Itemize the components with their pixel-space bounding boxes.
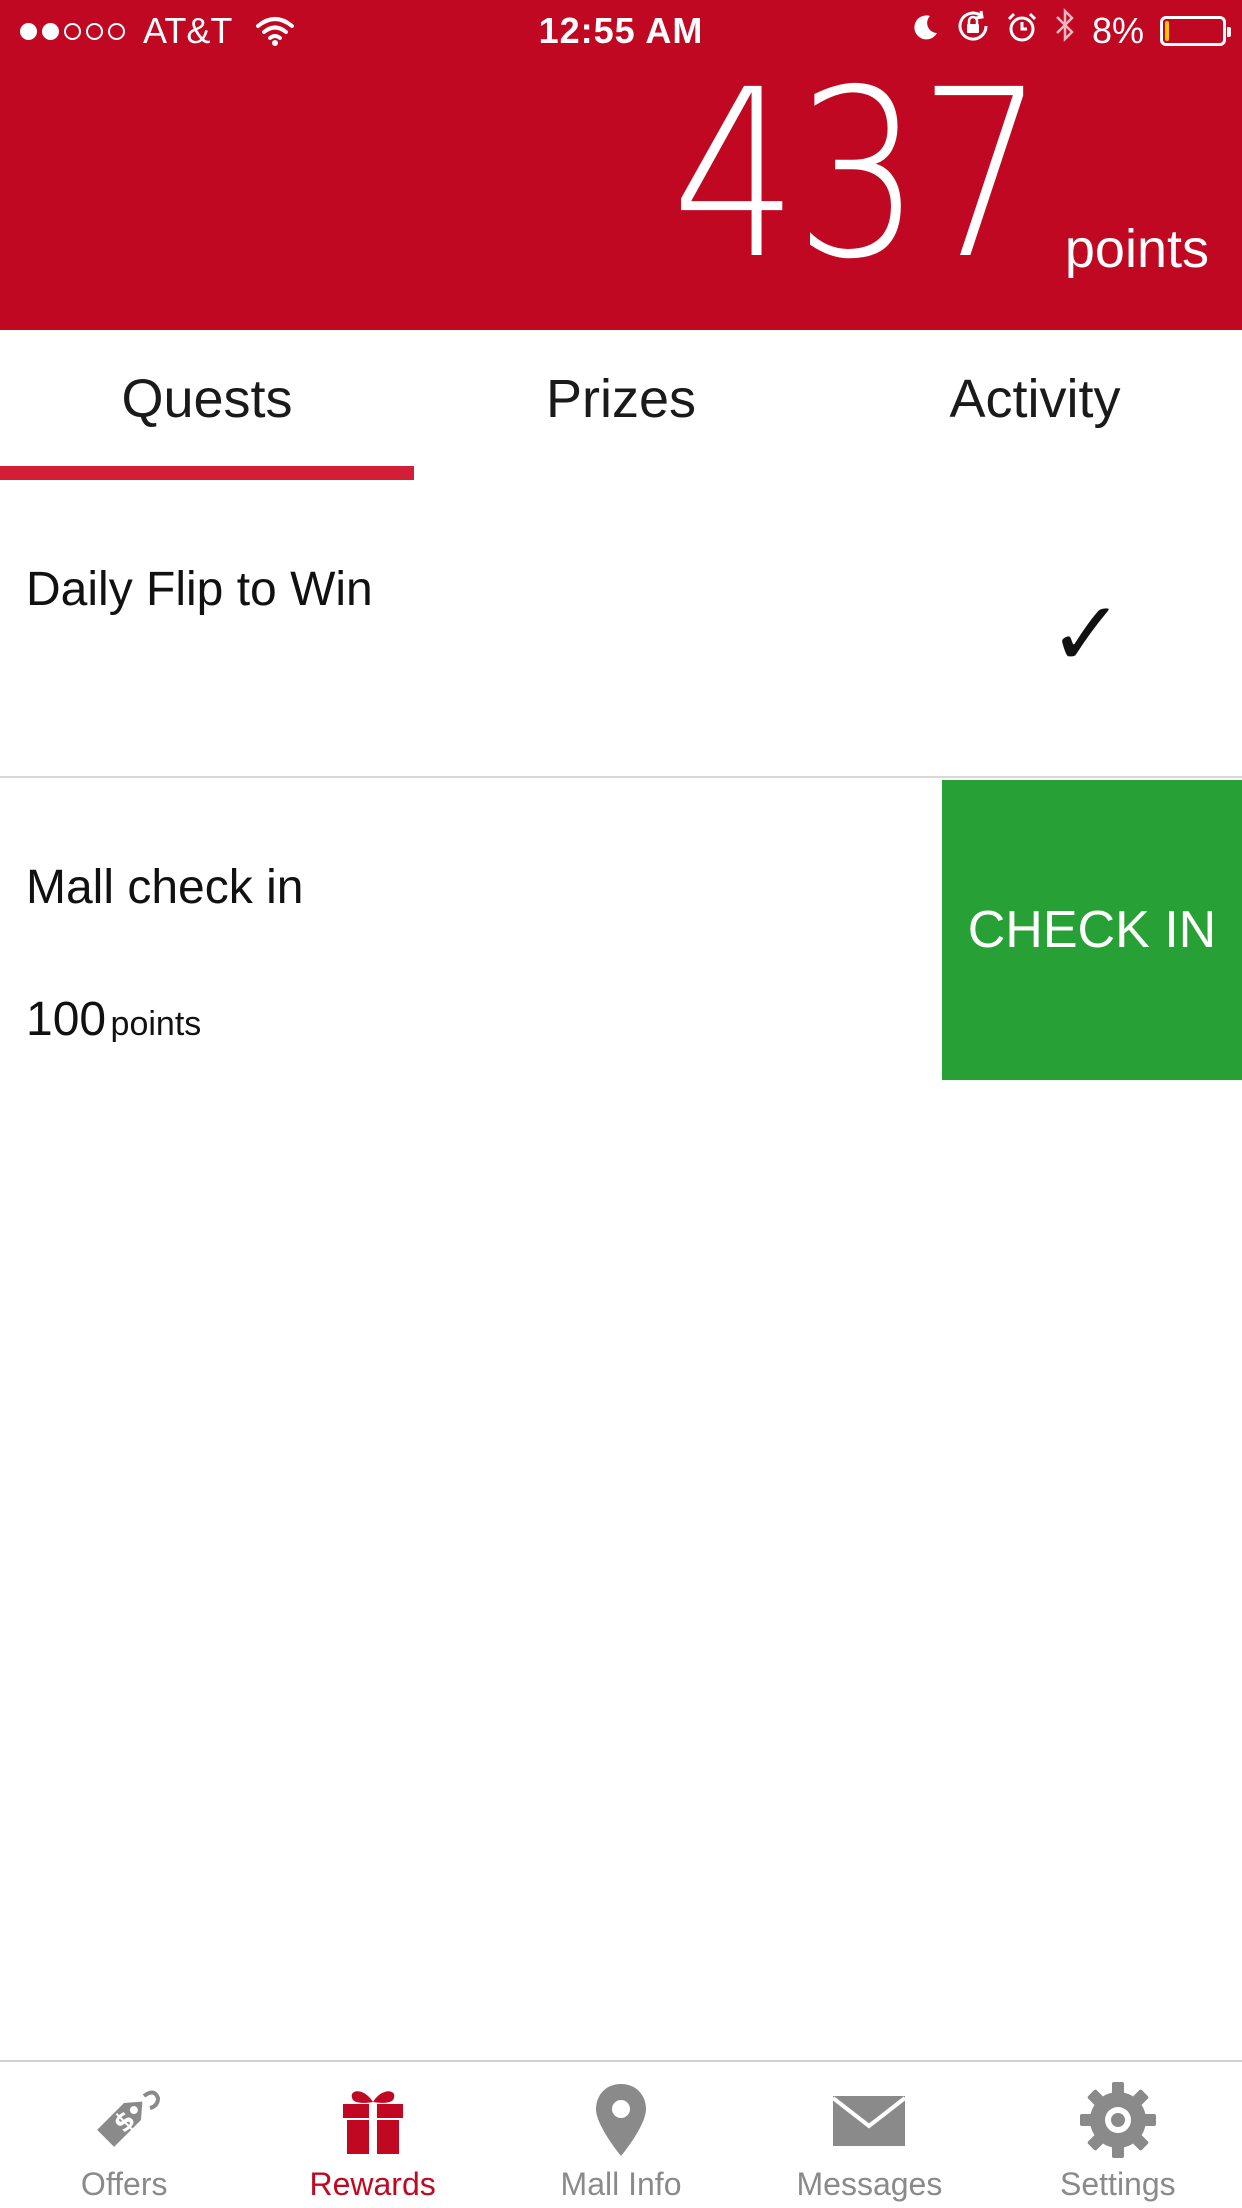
tabbar-item-offers[interactable]: $ Offers bbox=[0, 2062, 248, 2208]
tabbar-item-messages[interactable]: Messages bbox=[745, 2062, 993, 2208]
tabbar-label: Settings bbox=[1060, 2166, 1176, 2202]
tabbar-item-mall-info[interactable]: Mall Info bbox=[497, 2062, 745, 2208]
gift-icon bbox=[342, 2091, 403, 2154]
quest-points-value: 100 bbox=[26, 993, 107, 1046]
quest-title: Mall check in bbox=[26, 861, 304, 914]
battery-icon bbox=[1160, 16, 1231, 46]
tabbar-label: Rewards bbox=[309, 2166, 436, 2202]
checkmark-icon: ✓ bbox=[1048, 582, 1124, 687]
battery-percent: 8% bbox=[1091, 10, 1144, 51]
envelope-icon bbox=[832, 2096, 907, 2146]
gear-icon bbox=[1079, 2082, 1156, 2158]
quest-title: Daily Flip to Win bbox=[26, 563, 373, 616]
bluetooth-icon bbox=[1054, 0, 1076, 62]
tabbar-item-settings[interactable]: Settings bbox=[994, 2062, 1242, 2208]
tab-quests[interactable]: Quests bbox=[0, 330, 414, 480]
price-tag-icon: $ bbox=[97, 2090, 161, 2147]
rewards-tabs: Quests Prizes Activity bbox=[0, 330, 1242, 480]
points-header: AT&T 12:55 AM 8% 437 points bbox=[0, 0, 1242, 330]
quest-item-daily-flip[interactable]: Daily Flip to Win ✓ bbox=[0, 480, 1242, 778]
tabbar-label: Offers bbox=[80, 2166, 168, 2202]
tabbar-label: Messages bbox=[796, 2166, 943, 2202]
tab-prizes[interactable]: Prizes bbox=[414, 330, 828, 480]
points-unit-label: points bbox=[1064, 219, 1209, 279]
quest-reward-points: 100 points bbox=[26, 992, 201, 1047]
tabbar-item-rewards[interactable]: Rewards bbox=[248, 2062, 496, 2208]
location-pin-icon bbox=[596, 2084, 647, 2156]
battery-level bbox=[1165, 21, 1170, 41]
tab-activity[interactable]: Activity bbox=[828, 330, 1242, 480]
quest-item-mall-checkin: Mall check in 100 points CHECK IN bbox=[0, 778, 1242, 1080]
bottom-tab-bar: $ Offers Rewards Mall Info Messages Sett… bbox=[0, 2060, 1242, 2208]
check-in-button[interactable]: CHECK IN bbox=[942, 780, 1242, 1080]
quest-points-unit: points bbox=[110, 1005, 202, 1043]
points-balance: 437 bbox=[671, 40, 1045, 310]
tabbar-label: Mall Info bbox=[560, 2166, 682, 2202]
status-bar: AT&T 12:55 AM 8% bbox=[0, 0, 1242, 62]
